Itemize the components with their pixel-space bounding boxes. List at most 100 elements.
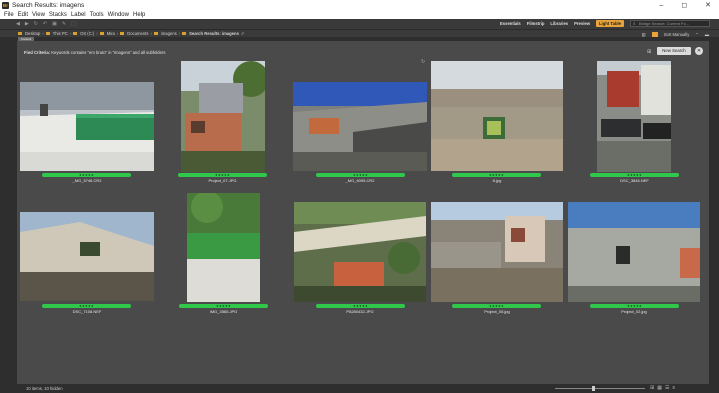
sort-dropdown[interactable]: Sort Manually [664,32,690,37]
menu-label[interactable]: Label [71,12,86,18]
new-search-button[interactable]: New Search [657,47,691,55]
workspace-preview[interactable]: Preview [574,21,590,26]
thumbnail-image[interactable] [20,212,154,301]
breadcrumb-drive[interactable]: OS (C:) [80,31,94,36]
title-bar: Br Search Results: imagens – ◻ ✕ [0,0,719,10]
menu-help[interactable]: Help [133,12,145,18]
file-name[interactable]: Project_07.JPG [178,178,267,183]
folder-icon [73,32,78,35]
folder-icon [99,32,104,35]
breadcrumb-search-results[interactable]: Search Results: imagens [189,31,239,36]
status-text: 10 items, 10 hidden [26,386,63,391]
lock-grid-icon[interactable]: ⊞ [650,385,654,391]
thumbnail-image[interactable] [431,61,563,171]
chevron-right-icon: › [69,31,72,36]
menu-tools[interactable]: Tools [90,12,104,18]
back-icon[interactable]: ◀ [16,21,20,27]
refine-icon[interactable]: ✎ [62,21,66,27]
rating-badge[interactable]: ★★★★★ [452,304,541,308]
thumbnail-image[interactable] [431,202,563,302]
minimize-button[interactable]: – [659,2,663,9]
search-placeholder: Bridge Search: Current Fo... [639,21,690,26]
file-name[interactable]: Project_05.jpg [431,309,563,314]
rating-filter-icon[interactable] [651,31,658,37]
maximize-button[interactable]: ◻ [681,1,687,9]
menu-view[interactable]: View [32,12,45,18]
menu-stacks[interactable]: Stacks [49,12,67,18]
view-mode-icon[interactable]: ▥ [642,32,646,37]
details-view-icon[interactable]: ☰ [665,385,669,391]
status-bar: 10 items, 10 hidden ⊞ ▦ ☰ ≡ [0,384,719,393]
close-search-button[interactable]: ✕ [695,47,703,55]
rating-badge[interactable]: ★★★★★ [42,173,131,177]
bridge-app-icon: Br [2,1,9,9]
menu-bar: File Edit View Stacks Label Tools Window… [0,10,719,19]
folder-icon [45,32,50,35]
menu-edit[interactable]: Edit [18,12,28,18]
file-name[interactable]: P8280432.JPG [294,309,426,314]
workspace-libraries[interactable]: Libraries [550,21,568,26]
file-name[interactable]: DSC_3846.NEF [590,178,679,183]
file-name[interactable]: Project_02.jpg [568,309,700,314]
rating-badge[interactable]: ★★★★★ [42,304,131,308]
thumbnail-image[interactable] [568,202,700,302]
breadcrumb: Desktop › This PC › OS (C:) › Mira › Doc… [0,29,719,37]
left-panel-collapsed[interactable] [0,41,17,384]
folder-icon [153,32,158,35]
right-panel-collapsed[interactable] [709,41,719,384]
chevron-right-icon: › [42,31,44,36]
search-icon: ⌕ [633,21,636,26]
workspace-essentials[interactable]: Essentials [500,21,521,26]
folder-icon [18,32,22,35]
thumbnail-image[interactable] [20,82,154,171]
rotate-icon[interactable]: ↻ [421,59,425,65]
thumbnail-image[interactable] [597,61,671,172]
rating-badge[interactable]: ★★★★★ [178,173,267,177]
rating-badge[interactable]: ★★★★★ [316,173,405,177]
thumbnail-image[interactable] [293,82,427,171]
chevron-right-icon: › [178,31,181,36]
file-name[interactable]: 8.jpg [431,178,563,183]
menu-file[interactable]: File [4,12,14,18]
open-icon[interactable]: ⬚ [71,21,76,27]
boomerang-icon[interactable]: ↶ [43,21,47,27]
workspace-filmstrip[interactable]: Filmstrip [527,21,545,26]
thumbnail-size-slider-handle[interactable] [592,386,595,391]
rating-badge[interactable]: ★★★★★ [316,304,405,308]
sort-direction-icon[interactable]: ⌃ [695,32,699,37]
file-name[interactable]: DSC_7108.NEF [20,309,154,314]
grid-view-icon[interactable]: ▦ [657,385,662,391]
rating-badge[interactable]: ★★★★★ [590,304,679,308]
file-name[interactable]: _MG_6095.CR2 [293,178,427,183]
thumbnail-image[interactable] [181,61,265,172]
content-panel: Find Criteria: Keywords contains "em bru… [17,41,709,384]
trash-icon[interactable]: ▬ [705,32,709,37]
close-window-button[interactable]: ✕ [705,1,711,9]
pin-icon[interactable]: ✐ [241,31,245,36]
rating-badge[interactable]: ★★★★★ [590,173,679,177]
file-name[interactable]: IMG_3565.JPG [179,309,268,314]
forward-icon[interactable]: ▶ [25,21,29,27]
camera-icon[interactable]: ▣ [52,21,57,27]
file-name[interactable]: _MG_5746.CR2 [20,178,154,183]
rating-badge[interactable]: ★★★★★ [452,173,541,177]
thumbnail-image[interactable] [294,202,426,302]
chevron-right-icon: › [150,31,152,36]
breadcrumb-mira[interactable]: Mira [107,31,115,36]
chevron-right-icon: › [116,31,119,36]
workspace-light-table[interactable]: Light Table [595,20,624,27]
bridge-search-input[interactable]: ⌕ Bridge Search: Current Fo... [630,20,710,27]
breadcrumb-imagens[interactable]: imagens [161,31,177,36]
rating-badge[interactable]: ★★★★★ [179,304,268,308]
thumbnail-size-slider[interactable] [555,388,645,389]
menu-window[interactable]: Window [108,12,129,18]
list-view-icon[interactable]: ≡ [672,385,675,391]
breadcrumb-desktop[interactable]: Desktop [25,31,40,36]
find-criteria-label: Find Criteria: [24,50,51,55]
thumbnail-image[interactable] [187,193,260,302]
breadcrumb-documents[interactable]: Documents [127,31,148,36]
recent-icon[interactable]: ↻ [34,21,38,27]
folder-icon [120,32,125,35]
breadcrumb-this-pc[interactable]: This PC [53,31,68,36]
save-search-icon[interactable]: ⊞ [647,49,651,55]
